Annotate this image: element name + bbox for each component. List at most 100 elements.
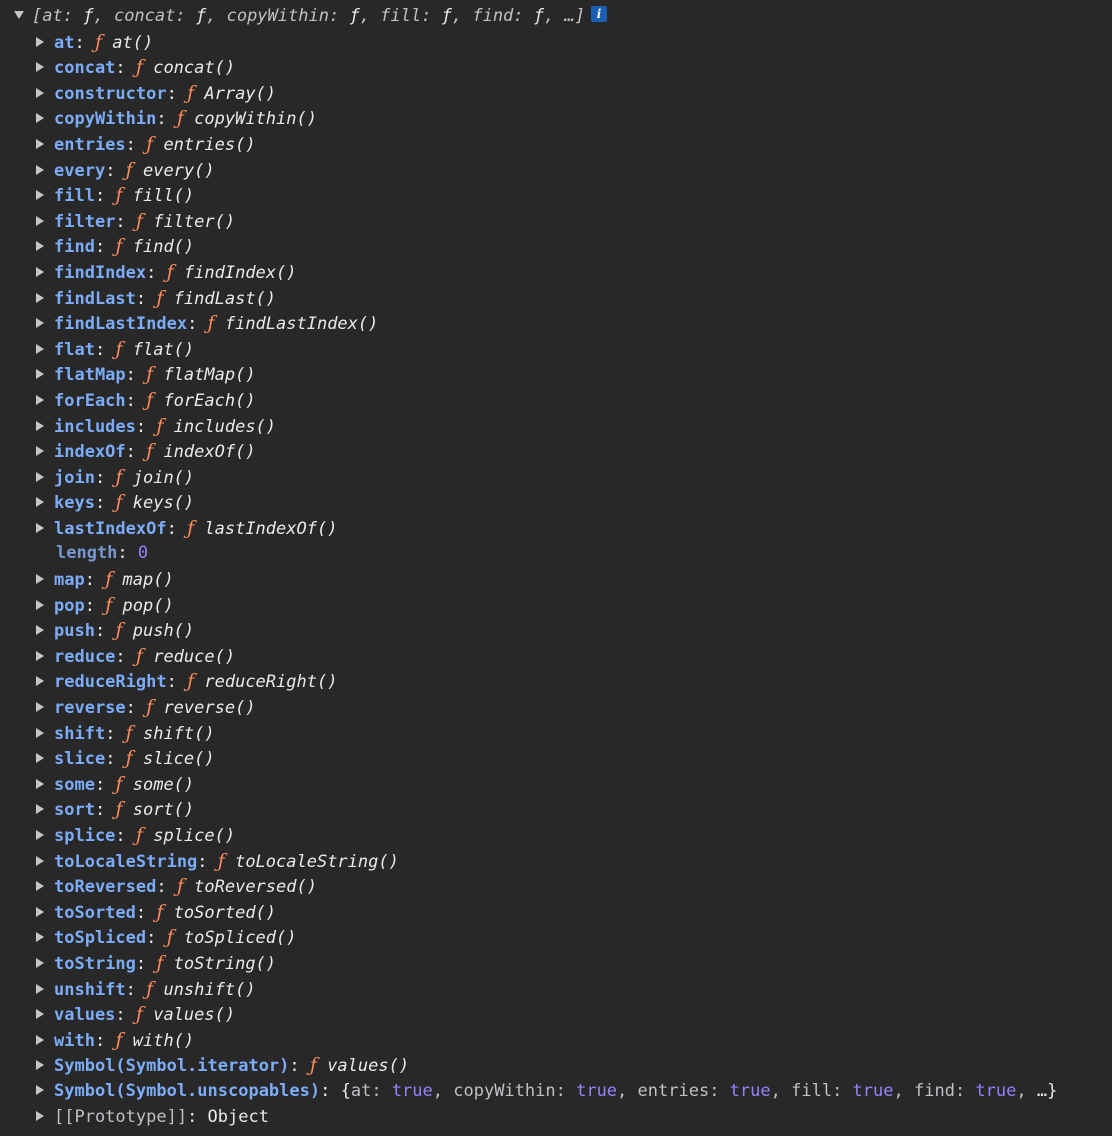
expand-arrow-icon[interactable]	[36, 830, 44, 840]
property-row[interactable]: keys: ƒ keys()	[0, 490, 1112, 516]
property-row[interactable]: constructor: ƒ Array()	[0, 81, 1112, 107]
property-row[interactable]: splice: ƒ splice()	[0, 823, 1112, 849]
expand-arrow-icon[interactable]	[36, 574, 44, 585]
expand-arrow-icon[interactable]	[36, 906, 44, 917]
property-row[interactable]: at: ƒ at()	[0, 30, 1112, 56]
property-row[interactable]: findLastIndex: ƒ findLastIndex()	[0, 311, 1112, 337]
property-row[interactable]: toString: ƒ toString()	[0, 951, 1112, 977]
expand-arrow-icon[interactable]	[36, 215, 44, 226]
expand-arrow-icon[interactable]	[36, 318, 44, 329]
expand-arrow-icon[interactable]	[36, 522, 44, 533]
expand-arrow-icon[interactable]	[36, 369, 44, 380]
property-row[interactable]: unshift: ƒ unshift()	[0, 977, 1112, 1003]
info-icon[interactable]: i	[591, 6, 607, 22]
property-row[interactable]: reduce: ƒ reduce()	[0, 644, 1112, 670]
expand-arrow-icon[interactable]	[36, 881, 44, 892]
property-row[interactable]: flatMap: ƒ flatMap()	[0, 362, 1112, 388]
preview-bool: true	[975, 1080, 1017, 1101]
expand-arrow-icon[interactable]	[36, 650, 44, 661]
expand-arrow-icon[interactable]	[36, 36, 44, 47]
property-row[interactable]: indexOf: ƒ indexOf()	[0, 439, 1112, 465]
property-row[interactable]: concat: ƒ concat()	[0, 55, 1112, 81]
expand-arrow-icon[interactable]	[36, 778, 44, 789]
function-signature: lastIndexOf()	[204, 518, 338, 539]
array-header-row[interactable]: [at: ƒ, concat: ƒ, copyWithin: ƒ, fill: …	[0, 4, 1112, 30]
expand-arrow-icon[interactable]	[36, 727, 44, 738]
property-row[interactable]: join: ƒ join()	[0, 465, 1112, 491]
property-row-prototype[interactable]: [[Prototype]]: Object	[0, 1105, 1112, 1131]
expand-arrow-icon[interactable]	[36, 599, 44, 610]
property-row[interactable]: push: ƒ push()	[0, 618, 1112, 644]
expand-arrow-icon[interactable]	[36, 266, 44, 277]
property-row[interactable]: includes: ƒ includes()	[0, 414, 1112, 440]
property-row-length[interactable]: length: 0	[0, 541, 1112, 567]
property-row[interactable]: slice: ƒ slice()	[0, 746, 1112, 772]
property-row[interactable]: some: ƒ some()	[0, 772, 1112, 798]
expand-arrow-icon[interactable]	[36, 164, 44, 175]
property-row[interactable]: every: ƒ every()	[0, 158, 1112, 184]
expand-arrow-icon[interactable]	[36, 804, 44, 815]
expand-arrow-icon[interactable]	[36, 1009, 44, 1020]
expand-arrow-icon[interactable]	[36, 420, 44, 431]
expand-arrow-icon[interactable]	[14, 11, 24, 19]
property-key: fill	[54, 186, 95, 207]
property-row[interactable]: values: ƒ values()	[0, 1002, 1112, 1028]
expand-arrow-icon[interactable]	[36, 471, 44, 482]
expand-arrow-icon[interactable]	[36, 241, 44, 252]
property-row[interactable]: shift: ƒ shift()	[0, 721, 1112, 747]
expand-arrow-icon[interactable]	[36, 190, 44, 201]
expand-arrow-icon[interactable]	[36, 983, 44, 994]
property-row[interactable]: toLocaleString: ƒ toLocaleString()	[0, 849, 1112, 875]
property-row[interactable]: map: ƒ map()	[0, 567, 1112, 593]
function-signature: slice()	[142, 749, 215, 770]
property-row[interactable]: lastIndexOf: ƒ lastIndexOf()	[0, 516, 1112, 542]
expand-arrow-icon[interactable]	[36, 343, 44, 354]
expand-arrow-icon[interactable]	[36, 1060, 44, 1071]
property-row[interactable]: findLast: ƒ findLast()	[0, 286, 1112, 312]
expand-arrow-icon[interactable]	[36, 446, 44, 457]
expand-arrow-icon[interactable]	[36, 1034, 44, 1045]
function-icon: ƒ	[156, 951, 164, 974]
property-row[interactable]: forEach: ƒ forEach()	[0, 388, 1112, 414]
function-icon: ƒ	[135, 1003, 143, 1026]
expand-arrow-icon[interactable]	[36, 292, 44, 303]
preview-open-bracket: [	[32, 6, 43, 26]
property-row[interactable]: fill: ƒ fill()	[0, 183, 1112, 209]
property-row[interactable]: find: ƒ find()	[0, 234, 1112, 260]
expand-arrow-icon[interactable]	[36, 932, 44, 943]
preview-value: ƒ	[441, 6, 452, 26]
property-row[interactable]: toSorted: ƒ toSorted()	[0, 900, 1112, 926]
property-row[interactable]: copyWithin: ƒ copyWithin()	[0, 106, 1112, 132]
expand-arrow-icon[interactable]	[36, 753, 44, 764]
property-row[interactable]: filter: ƒ filter()	[0, 209, 1112, 235]
expand-arrow-icon[interactable]	[36, 702, 44, 713]
property-row[interactable]: flat: ƒ flat()	[0, 337, 1112, 363]
property-row[interactable]: entries: ƒ entries()	[0, 132, 1112, 158]
property-row[interactable]: Symbol(Symbol.iterator): ƒ values()	[0, 1053, 1112, 1079]
expand-arrow-icon[interactable]	[36, 1084, 44, 1095]
function-signature: values()	[153, 1005, 236, 1026]
property-key: entries	[54, 134, 126, 155]
expand-arrow-icon[interactable]	[36, 1110, 44, 1121]
property-row[interactable]: findIndex: ƒ findIndex()	[0, 260, 1112, 286]
expand-arrow-icon[interactable]	[36, 855, 44, 866]
property-row-unscopables[interactable]: Symbol(Symbol.unscopables): {at: true, c…	[0, 1079, 1112, 1105]
property-row[interactable]: reverse: ƒ reverse()	[0, 695, 1112, 721]
expand-arrow-icon[interactable]	[36, 138, 44, 149]
property-row[interactable]: reduceRight: ƒ reduceRight()	[0, 669, 1112, 695]
function-signature: shift()	[142, 723, 215, 744]
expand-arrow-icon[interactable]	[36, 625, 44, 636]
property-row[interactable]: pop: ƒ pop()	[0, 593, 1112, 619]
expand-arrow-icon[interactable]	[36, 394, 44, 405]
expand-arrow-icon[interactable]	[36, 957, 44, 968]
expand-arrow-icon[interactable]	[36, 87, 44, 98]
property-row[interactable]: toSpliced: ƒ toSpliced()	[0, 925, 1112, 951]
property-row[interactable]: toReversed: ƒ toReversed()	[0, 874, 1112, 900]
property-row[interactable]: with: ƒ with()	[0, 1028, 1112, 1054]
expand-arrow-icon[interactable]	[36, 497, 44, 508]
property-key: lastIndexOf	[54, 518, 167, 539]
expand-arrow-icon[interactable]	[36, 113, 44, 124]
expand-arrow-icon[interactable]	[36, 676, 44, 687]
property-row[interactable]: sort: ƒ sort()	[0, 797, 1112, 823]
expand-arrow-icon[interactable]	[36, 62, 44, 73]
